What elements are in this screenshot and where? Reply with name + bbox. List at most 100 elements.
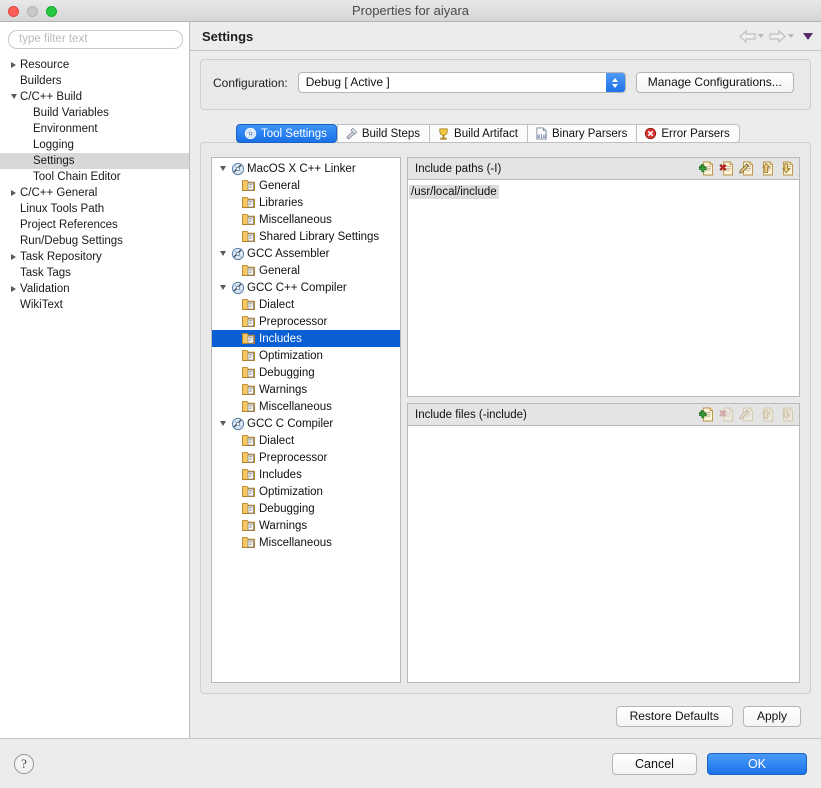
tab-error-parsers[interactable]: Error Parsers <box>636 124 740 143</box>
zoom-button[interactable] <box>46 6 57 17</box>
view-menu-icon[interactable] <box>803 32 813 40</box>
sidebar-item-tool-chain-editor[interactable]: Tool Chain Editor <box>0 169 189 185</box>
sidebar-item-task-repository[interactable]: Task Repository <box>0 249 189 265</box>
tool-tree-item[interactable]: Optimization <box>212 347 400 364</box>
tool-tree-item[interactable]: MacOS X C++ Linker <box>212 160 400 177</box>
chevron-down-icon[interactable] <box>216 285 229 290</box>
settings-sidebar: Resource Builders C/C++ Build Build Variabl… <box>0 22 190 738</box>
minimize-button[interactable] <box>27 6 38 17</box>
sidebar-item-wikitext[interactable]: WikiText <box>0 297 189 313</box>
tool-tree-item[interactable]: GCC C Compiler <box>212 415 400 432</box>
apply-button[interactable]: Apply <box>742 705 801 727</box>
option-section: Include files (-include) <box>407 403 800 683</box>
tool-tree-item[interactable]: Shared Library Settings <box>212 228 400 245</box>
tool-tree-item[interactable]: Dialect <box>212 432 400 449</box>
forward-dropdown-caret[interactable] <box>788 34 794 38</box>
chevron-updown-icon[interactable] <box>605 73 625 92</box>
tool-tree-label: Miscellaneous <box>259 213 332 226</box>
tool-tree-item[interactable]: GCC Assembler <box>212 245 400 262</box>
sidebar-item-settings[interactable]: Settings <box>0 152 189 169</box>
back-button[interactable] <box>738 29 765 43</box>
tab-tool-settings[interactable]: Tool Settings <box>236 124 337 143</box>
chevron-right-icon[interactable] <box>8 189 19 196</box>
folder-icon <box>241 264 258 277</box>
tool-tree-item[interactable]: Preprocessor <box>212 313 400 330</box>
tab-label: Error Parsers <box>661 127 730 140</box>
sidebar-item-c-c-general[interactable]: C/C++ General <box>0 185 189 201</box>
tool-tree-item[interactable]: Debugging <box>212 364 400 381</box>
sidebar-item-project-references[interactable]: Project References <box>0 217 189 233</box>
sidebar-item-environment[interactable]: Environment <box>0 121 189 137</box>
chevron-right-icon[interactable] <box>8 61 19 68</box>
tool-tree-item[interactable]: Dialect <box>212 296 400 313</box>
sidebar-item-linux-tools-path[interactable]: Linux Tools Path <box>0 201 189 217</box>
tool-tree-item[interactable]: Preprocessor <box>212 449 400 466</box>
chevron-down-icon[interactable] <box>216 166 229 171</box>
sidebar-item-c-c-build[interactable]: C/C++ Build <box>0 89 189 105</box>
close-button[interactable] <box>8 6 19 17</box>
tool-tree-item[interactable]: Optimization <box>212 483 400 500</box>
tool-tree-label: Debugging <box>259 366 315 379</box>
add-icon[interactable] <box>699 161 714 176</box>
move-down-icon[interactable] <box>779 161 794 176</box>
restore-defaults-button[interactable]: Restore Defaults <box>615 705 733 727</box>
sidebar-item-run-debug-settings[interactable]: Run/Debug Settings <box>0 233 189 249</box>
cancel-button[interactable]: Cancel <box>612 752 697 775</box>
sidebar-item-task-tags[interactable]: Task Tags <box>0 265 189 281</box>
folder-icon <box>241 451 258 464</box>
tool-tree-item[interactable]: Debugging <box>212 500 400 517</box>
tab-build-steps[interactable]: Build Steps <box>336 124 430 143</box>
manage-configurations-button[interactable]: Manage Configurations... <box>635 72 794 93</box>
configuration-select[interactable]: Debug [ Active ] <box>297 72 626 93</box>
chevron-right-icon[interactable] <box>8 285 19 292</box>
tool-tree-item[interactable]: General <box>212 177 400 194</box>
move-up-icon[interactable] <box>759 161 774 176</box>
tab-build-artifact[interactable]: Build Artifact <box>429 124 527 143</box>
add-icon[interactable] <box>699 407 714 422</box>
tab-binary-parsers[interactable]: 010 Binary Parsers <box>526 124 637 143</box>
section-list[interactable]: /usr/local/include <box>408 180 799 396</box>
page-title: Settings <box>202 28 254 44</box>
move-down-icon <box>779 407 794 422</box>
list-item[interactable]: /usr/local/include <box>408 182 799 200</box>
forward-button[interactable] <box>768 29 795 43</box>
tool-tree-label: Preprocessor <box>259 315 328 328</box>
back-dropdown-caret[interactable] <box>758 34 764 38</box>
sidebar-item-builders[interactable]: Builders <box>0 73 189 89</box>
chevron-down-icon[interactable] <box>8 94 19 99</box>
folder-icon <box>241 366 258 379</box>
tool-tree-item[interactable]: Miscellaneous <box>212 398 400 415</box>
edit-icon[interactable] <box>739 161 754 176</box>
arrow-right-icon <box>769 29 786 43</box>
tool-tree-item[interactable]: Includes <box>212 330 400 347</box>
tool-tree-item[interactable]: Warnings <box>212 517 400 534</box>
sidebar-item-logging[interactable]: Logging <box>0 137 189 153</box>
folder-icon <box>241 349 258 362</box>
tool-tree[interactable]: MacOS X C++ Linker General Libraries Mis… <box>211 157 401 683</box>
tool-tree-item[interactable]: GCC C++ Compiler <box>212 279 400 296</box>
ok-button[interactable]: OK <box>706 752 807 775</box>
sidebar-item-label: Linux Tools Path <box>20 202 105 215</box>
svg-text:010: 010 <box>537 134 546 140</box>
tool-tree-item[interactable]: Miscellaneous <box>212 211 400 228</box>
delete-icon[interactable] <box>719 161 734 176</box>
sidebar-item-validation[interactable]: Validation <box>0 281 189 297</box>
tool-tree-item[interactable]: Miscellaneous <box>212 534 400 551</box>
filter-input[interactable] <box>8 29 183 49</box>
chevron-down-icon[interactable] <box>216 251 229 256</box>
tool-tree-label: Warnings <box>259 519 308 532</box>
sidebar-item-resource[interactable]: Resource <box>0 57 189 73</box>
help-icon[interactable]: ? <box>14 753 34 774</box>
tool-tree-item[interactable]: Libraries <box>212 194 400 211</box>
chevron-down-icon[interactable] <box>216 421 229 426</box>
sidebar-item-build-variables[interactable]: Build Variables <box>0 105 189 121</box>
sidebar-item-label: C/C++ Build <box>20 90 83 103</box>
folder-icon <box>241 519 258 532</box>
tool-tree-item[interactable]: Includes <box>212 466 400 483</box>
section-list[interactable] <box>408 426 799 682</box>
chevron-right-icon[interactable] <box>8 253 19 260</box>
tool-tree-item[interactable]: General <box>212 262 400 279</box>
tool-tree-item[interactable]: Warnings <box>212 381 400 398</box>
folder-icon <box>241 315 258 328</box>
sidebar-tree[interactable]: Resource Builders C/C++ Build Build Variabl… <box>0 55 189 739</box>
